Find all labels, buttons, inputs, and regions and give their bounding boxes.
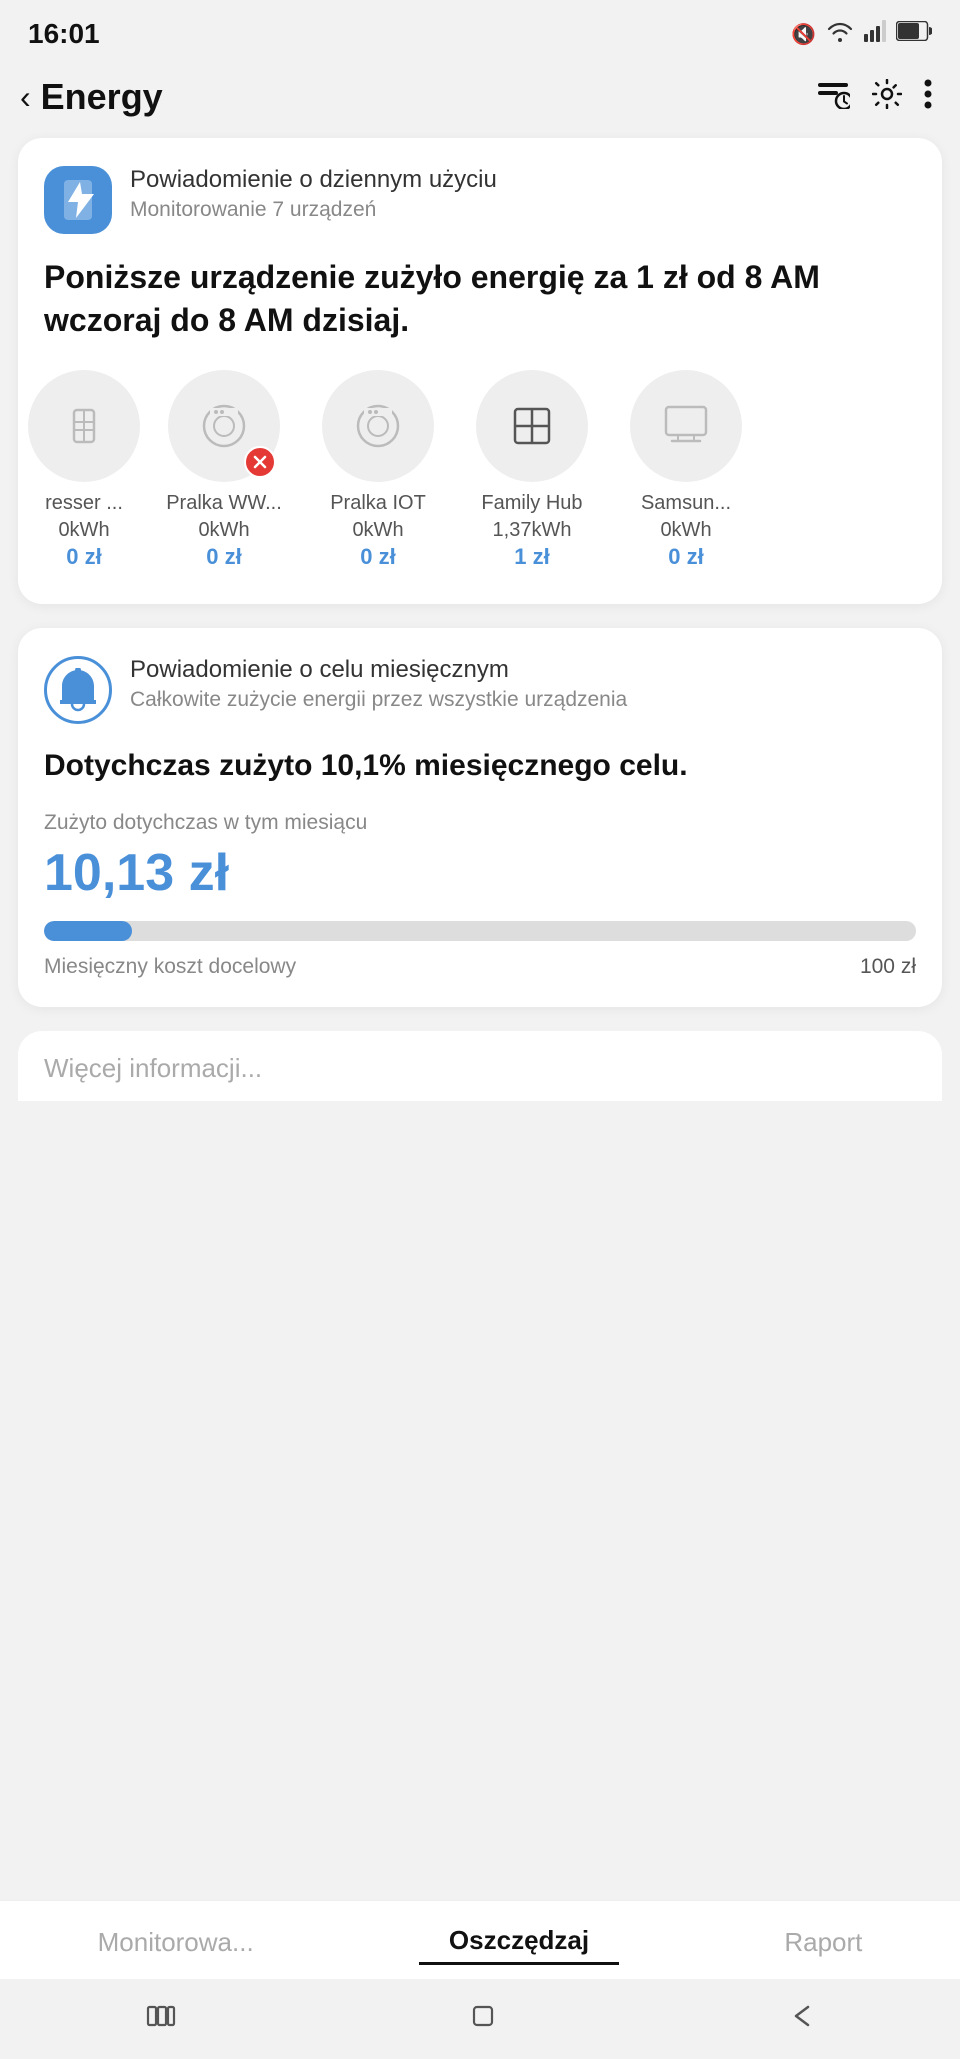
page-title: Energy <box>41 76 163 118</box>
bottom-tab-bar: Monitorowa... Oszczędzaj Raport <box>0 1900 960 1979</box>
navigation-bar <box>0 1979 960 2059</box>
goal-target-label: Miesięczny koszt docelowy <box>44 955 296 979</box>
list-item[interactable]: Family Hub 1,37kWh 1 zł <box>462 370 602 570</box>
back-nav-icon[interactable] <box>790 2001 814 2038</box>
goal-target-row: Miesięczny koszt docelowy 100 zł <box>44 955 916 979</box>
device-circle <box>28 370 140 482</box>
device-name: Samsun... <box>641 492 731 515</box>
goal-card-subtitle: Całkowite zużycie energii przez wszystki… <box>130 688 627 712</box>
status-time: 16:01 <box>28 18 100 50</box>
card-header-text: Powiadomienie o dziennym użyciu Monitoro… <box>130 166 497 222</box>
list-item[interactable]: resser ... 0kWh 0 zł <box>28 370 140 570</box>
device-price: 0 zł <box>66 544 101 570</box>
mute-badge <box>244 446 276 478</box>
goal-used-amount: 10,13 zł <box>44 843 916 903</box>
device-name: Pralka WW... <box>166 492 282 515</box>
goal-card-title: Powiadomienie o celu miesięcznym <box>130 656 627 684</box>
device-name: Pralka IOT <box>330 492 426 515</box>
history-icon[interactable] <box>816 79 850 116</box>
goal-message: Dotychczas zużyto 10,1% miesięcznego cel… <box>44 746 916 787</box>
goal-card-header-text: Powiadomienie o celu miesięcznym Całkowi… <box>130 656 627 712</box>
device-price: 0 zł <box>206 544 241 570</box>
daily-card-message: Poniższe urządzenie zużyło energię za 1 … <box>44 256 916 342</box>
more-icon[interactable] <box>924 79 932 116</box>
status-icons: 🔇 <box>791 20 932 48</box>
energy-icon-wrap <box>44 166 112 234</box>
daily-card-subtitle: Monitorowanie 7 urządzeń <box>130 198 497 222</box>
device-kwh: 1,37kWh <box>493 519 572 542</box>
home-icon[interactable] <box>468 2001 498 2038</box>
recent-apps-icon[interactable] <box>146 2001 176 2038</box>
device-kwh: 0kWh <box>352 519 403 542</box>
monthly-goal-card: Powiadomienie o celu miesięcznym Całkowi… <box>18 628 942 1007</box>
tab-save[interactable]: Oszczędzaj <box>419 1919 619 1965</box>
device-kwh: 0kWh <box>198 519 249 542</box>
device-price: 0 zł <box>668 544 703 570</box>
nav-right <box>816 79 932 116</box>
list-item[interactable]: Pralka IOT 0kWh 0 zł <box>308 370 448 570</box>
device-circle <box>630 370 742 482</box>
card-header: Powiadomienie o dziennym użyciu Monitoro… <box>44 166 916 234</box>
device-circle <box>168 370 280 482</box>
tab-monitor[interactable]: Monitorowa... <box>68 1921 284 1964</box>
device-kwh: 0kWh <box>660 519 711 542</box>
progress-bar-fill <box>44 921 132 941</box>
top-nav: ‹ Energy <box>0 62 960 138</box>
back-button[interactable]: ‹ <box>20 79 31 116</box>
goal-card-header: Powiadomienie o celu miesięcznym Całkowi… <box>44 656 916 724</box>
wifi-icon <box>826 20 854 48</box>
battery-indicator <box>896 21 932 47</box>
devices-row: resser ... 0kWh 0 zł <box>18 370 942 576</box>
device-name: resser ... <box>45 492 123 515</box>
list-item[interactable]: Pralka WW... 0kWh 0 zł <box>154 370 294 570</box>
device-price: 1 zł <box>514 544 549 570</box>
bell-icon-wrap <box>44 656 112 724</box>
nav-left: ‹ Energy <box>20 76 163 118</box>
settings-icon[interactable] <box>872 79 902 116</box>
daily-usage-card: Powiadomienie o dziennym użyciu Monitoro… <box>18 138 942 604</box>
signal-icon <box>864 20 886 48</box>
status-bar: 16:01 🔇 <box>0 0 960 62</box>
device-price: 0 zł <box>360 544 395 570</box>
progress-bar <box>44 921 916 941</box>
device-name: Family Hub <box>481 492 582 515</box>
list-item[interactable]: Samsun... 0kWh 0 zł <box>616 370 756 570</box>
partial-text: Więcej informacji... <box>44 1053 916 1084</box>
partial-card-hint: Więcej informacji... <box>18 1031 942 1101</box>
device-kwh: 0kWh <box>58 519 109 542</box>
goal-used-label: Zużyto dotychczas w tym miesiącu <box>44 811 916 835</box>
tab-report[interactable]: Raport <box>754 1921 892 1964</box>
mute-icon: 🔇 <box>791 22 816 47</box>
device-circle <box>322 370 434 482</box>
goal-target-value: 100 zł <box>860 955 916 979</box>
daily-card-title: Powiadomienie o dziennym użyciu <box>130 166 497 194</box>
device-circle <box>476 370 588 482</box>
